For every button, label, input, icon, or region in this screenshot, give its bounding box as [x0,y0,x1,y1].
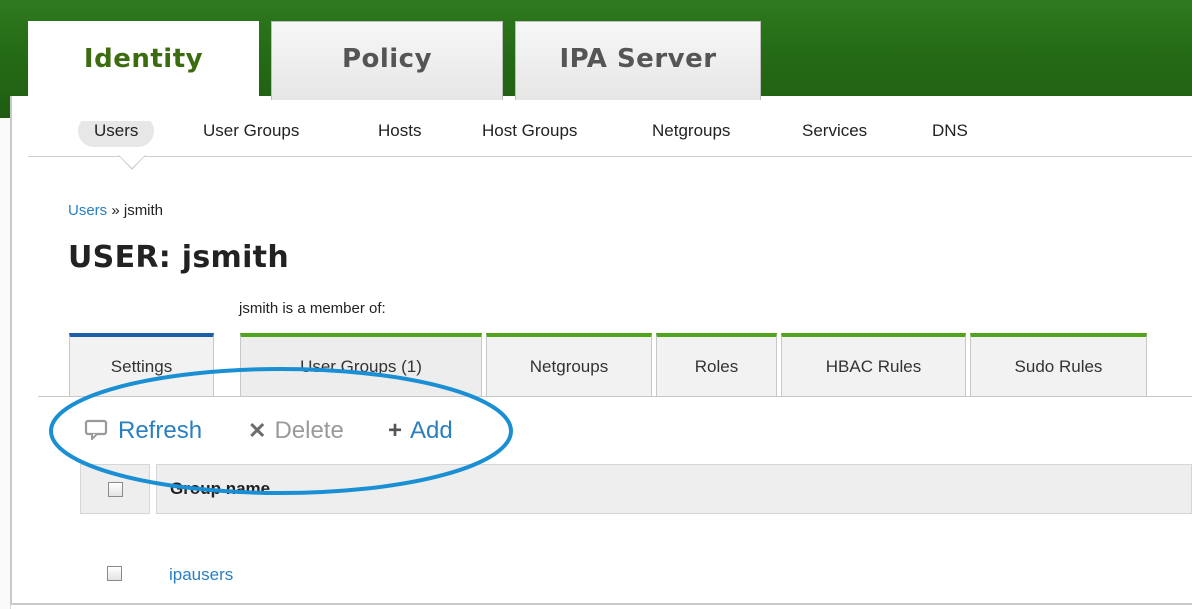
facet-tab-sudo-rules[interactable]: Sudo Rules [970,333,1147,397]
delete-label: Delete [274,417,344,444]
facet-divider [38,396,1192,397]
subnav-pointer-fill [119,155,145,168]
breadcrumb-separator: » [107,202,124,219]
member-of-label: jsmith is a member of: [239,300,386,317]
subnav-netgroups[interactable]: Netgroups [652,115,730,147]
refresh-button[interactable]: Refresh [84,413,202,449]
tab-policy[interactable]: Policy [271,21,503,101]
select-all-checkbox[interactable] [108,482,123,497]
refresh-label: Refresh [118,417,203,444]
subnav-hosts[interactable]: Hosts [378,115,421,147]
page-title: USER: jsmith [68,240,289,275]
add-button[interactable]: + Add [388,413,453,449]
facet-tab-netgroups[interactable]: Netgroups [486,333,652,397]
x-icon: ✕ [248,418,267,443]
facet-tab-hbac-rules[interactable]: HBAC Rules [781,333,966,397]
add-label: Add [410,417,453,444]
header-checkbox-cell [80,464,150,514]
tab-ipa-server[interactable]: IPA Server [515,21,761,101]
facet-tab-roles[interactable]: Roles [656,333,777,397]
delete-button[interactable]: ✕ Delete [248,413,344,449]
subnav-dns[interactable]: DNS [932,115,968,147]
column-header-group-name[interactable]: Group name [156,464,1192,514]
table-header: Group name [80,464,1192,514]
facet-tab-user-groups[interactable]: User Groups (1) [240,333,482,397]
subnav-host-groups[interactable]: Host Groups [482,115,577,147]
plus-icon: + [388,417,403,444]
breadcrumb-users-link[interactable]: Users [68,202,107,219]
row-checkbox[interactable] [107,566,122,581]
group-name-link[interactable]: ipausers [169,565,233,585]
tab-identity[interactable]: Identity [28,21,259,121]
subnav-services[interactable]: Services [802,115,867,147]
facet-tab-settings[interactable]: Settings [69,333,214,397]
refresh-icon [84,413,110,449]
breadcrumb: Users » jsmith [68,202,163,219]
breadcrumb-current: jsmith [123,202,164,219]
